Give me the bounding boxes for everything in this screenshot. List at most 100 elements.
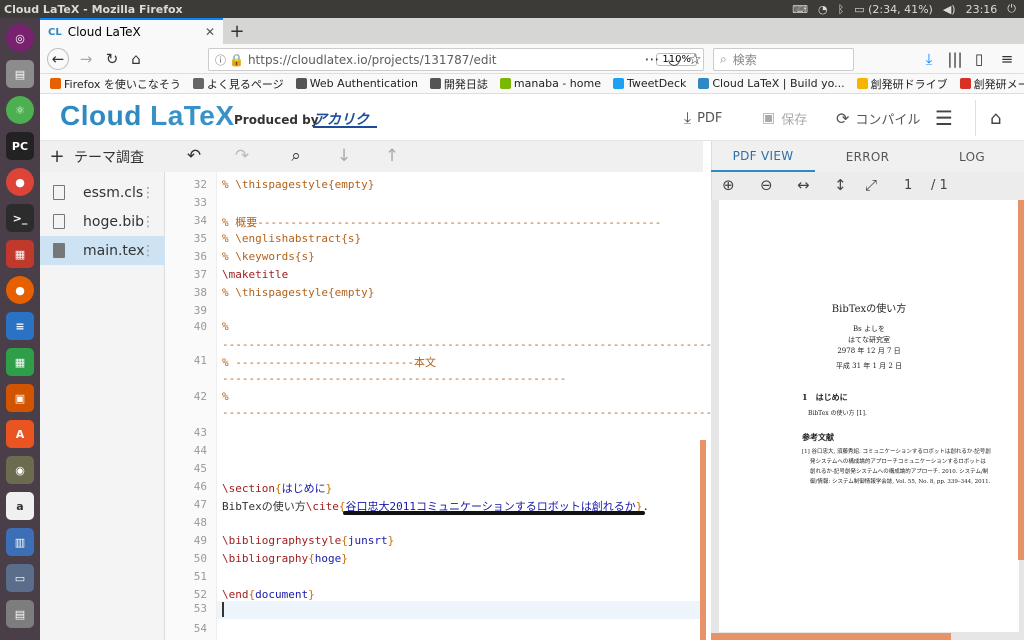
library-icon[interactable]: ||| — [944, 48, 966, 70]
file-menu-icon[interactable]: ⋮ — [141, 243, 155, 259]
pocket-icon[interactable]: ◡ — [663, 48, 685, 70]
undo-icon[interactable]: ↶ — [181, 144, 207, 168]
code-line[interactable]: ----------------------------------------… — [222, 338, 745, 351]
code-line[interactable]: \bibliographystyle{junsrt} — [222, 534, 394, 547]
file-item[interactable]: main.tex ⋮ — [40, 236, 165, 265]
impress-icon[interactable]: ▣ — [6, 384, 34, 412]
search-icon[interactable]: ⌕ — [283, 144, 309, 168]
new-tab-icon[interactable]: + — [226, 18, 248, 44]
bookmark-item[interactable]: 開発日誌 — [429, 76, 488, 92]
close-tab-icon[interactable]: ✕ — [205, 25, 215, 39]
keyboard-icon[interactable]: ⌨ — [792, 3, 808, 16]
screen-tool-icon[interactable]: ▦ — [6, 240, 34, 268]
code-line[interactable]: % 概要------------------------------------… — [222, 214, 661, 230]
pdf-download-button[interactable]: ⤓ PDF — [684, 106, 722, 130]
brace: } — [325, 482, 333, 495]
compile-button[interactable]: ⟳ コンパイル — [836, 106, 920, 130]
page-current[interactable]: 1 — [904, 178, 912, 193]
battery-status[interactable]: ▭ (2:34, 41%) — [854, 3, 933, 16]
drive-manager-icon[interactable]: ▥ — [6, 528, 34, 556]
lock-icon[interactable]: 🔒 — [229, 53, 244, 67]
zoom-in-icon[interactable]: ⊕ — [722, 176, 735, 194]
pycharm-icon[interactable]: PC — [6, 132, 34, 160]
cloud-latex-logo[interactable]: Cloud LaTeX — [60, 100, 235, 132]
bookmark-item[interactable]: Cloud LaTeX | Build yo... — [698, 77, 845, 90]
info-icon[interactable]: ⓘ — [215, 52, 226, 68]
gimp-icon[interactable]: ◉ — [6, 456, 34, 484]
url-bar[interactable]: ⓘ 🔒 https://cloudlatex.io/projects/13178… — [208, 48, 704, 71]
home-icon[interactable]: ⌂ — [125, 48, 147, 70]
code-line[interactable]: % — [222, 390, 229, 403]
tab-log[interactable]: LOG — [920, 141, 1024, 172]
code-line[interactable]: % \thispagestyle{empty} — [222, 178, 374, 191]
amazon-icon[interactable]: a — [6, 492, 34, 520]
menu-icon[interactable]: ≡ — [996, 48, 1018, 70]
redo-icon[interactable]: ↷ — [229, 144, 255, 168]
bookmark-item[interactable]: TweetDeck — [612, 77, 686, 90]
file-item[interactable]: essm.cls ⋮ — [40, 178, 165, 207]
tab-error[interactable]: ERROR — [815, 141, 920, 172]
trash-icon[interactable]: ▤ — [6, 600, 34, 628]
code-line[interactable]: \maketitle — [222, 268, 288, 281]
code-line[interactable]: % — [222, 320, 229, 333]
back-icon[interactable]: ← — [47, 48, 69, 70]
pdf-horizontal-scrollbar[interactable] — [711, 633, 951, 640]
code-line[interactable]: \section{はじめに} — [222, 480, 332, 496]
save-button[interactable]: ▣ 保存 — [762, 106, 807, 130]
code-line[interactable]: % ---------------------------本文 — [222, 354, 436, 370]
bookmark-star-icon[interactable]: ☆ — [684, 48, 706, 70]
code-line[interactable]: \end{document} — [222, 588, 315, 601]
code-line[interactable]: % \keywords{s} — [222, 250, 315, 263]
files-icon[interactable]: ▤ — [6, 60, 34, 88]
code-line[interactable]: \bibliography{hoge} — [222, 552, 348, 565]
bookmark-item[interactable]: 創発研ドライブ — [856, 76, 948, 92]
search-bar[interactable]: ⌕ 検索 — [713, 48, 854, 71]
reload-icon[interactable]: ↻ — [101, 48, 123, 70]
chrome-icon[interactable]: ● — [6, 168, 34, 196]
next-match-icon[interactable]: ↓ — [331, 144, 357, 168]
atom-icon[interactable]: ⚛ — [6, 96, 34, 124]
fullscreen-icon[interactable]: ⤢ — [865, 176, 877, 194]
bluetooth-icon[interactable]: ᛒ — [838, 3, 845, 16]
calc-icon[interactable]: ▦ — [6, 348, 34, 376]
download-icon[interactable]: ⤓ — [918, 48, 940, 70]
app-menu-icon[interactable]: ☰ — [935, 106, 953, 130]
bookmark-item[interactable]: manaba - home — [499, 77, 601, 90]
power-icon[interactable]: ⏻ — [1007, 2, 1016, 16]
akarik-logo[interactable]: アカリク — [313, 110, 379, 130]
bookmark-item[interactable]: よく見るページ — [192, 76, 284, 92]
editor-scrollbar[interactable] — [700, 440, 706, 640]
fit-height-icon[interactable]: ↕ — [834, 176, 847, 194]
bookmark-item[interactable]: 創発研メール — [959, 76, 1024, 92]
code-line[interactable]: % \englishabstract{s} — [222, 232, 361, 245]
prev-match-icon[interactable]: ↑ — [379, 144, 405, 168]
software-center-icon[interactable]: A — [6, 420, 34, 448]
pdf-scrollbar[interactable] — [1018, 200, 1024, 560]
zoom-out-icon[interactable]: ⊖ — [760, 176, 773, 194]
disk-icon[interactable]: ▭ — [6, 564, 34, 592]
firefox-icon[interactable]: ● — [6, 276, 34, 304]
code-line[interactable]: ----------------------------------------… — [222, 372, 566, 385]
add-file-icon[interactable]: + — [40, 146, 74, 167]
forward-icon[interactable]: → — [75, 48, 97, 70]
file-menu-icon[interactable]: ⋮ — [141, 185, 155, 201]
browser-tab[interactable]: CL Cloud LaTeX ✕ — [40, 18, 223, 44]
wifi-icon[interactable]: ◔ — [818, 3, 828, 16]
file-menu-icon[interactable]: ⋮ — [141, 214, 155, 230]
file-item[interactable]: hoge.bib ⋮ — [40, 207, 165, 236]
url-text[interactable]: https://cloudlatex.io/projects/131787/ed… — [248, 53, 497, 67]
bookmark-item[interactable]: Firefox を使いこなそう — [50, 76, 181, 92]
volume-icon[interactable]: ◀) — [943, 3, 956, 16]
code-line[interactable]: % \thispagestyle{empty} — [222, 286, 374, 299]
bookmark-item[interactable]: Web Authentication — [295, 77, 418, 90]
fit-width-icon[interactable]: ↔ — [797, 176, 810, 194]
ubuntu-dash-icon[interactable]: ◎ — [6, 24, 34, 52]
terminal-icon[interactable]: >_ — [6, 204, 34, 232]
clock[interactable]: 23:16 — [966, 3, 998, 16]
page-actions-icon[interactable]: ⋯ — [641, 48, 663, 70]
home-button-icon[interactable]: ⌂ — [990, 106, 1001, 130]
writer-icon[interactable]: ≡ — [6, 312, 34, 340]
code-line[interactable]: ----------------------------------------… — [222, 406, 745, 419]
tab-pdf-view[interactable]: PDF VIEW — [711, 141, 815, 172]
sidebar-toggle-icon[interactable]: ▯ — [968, 48, 990, 70]
